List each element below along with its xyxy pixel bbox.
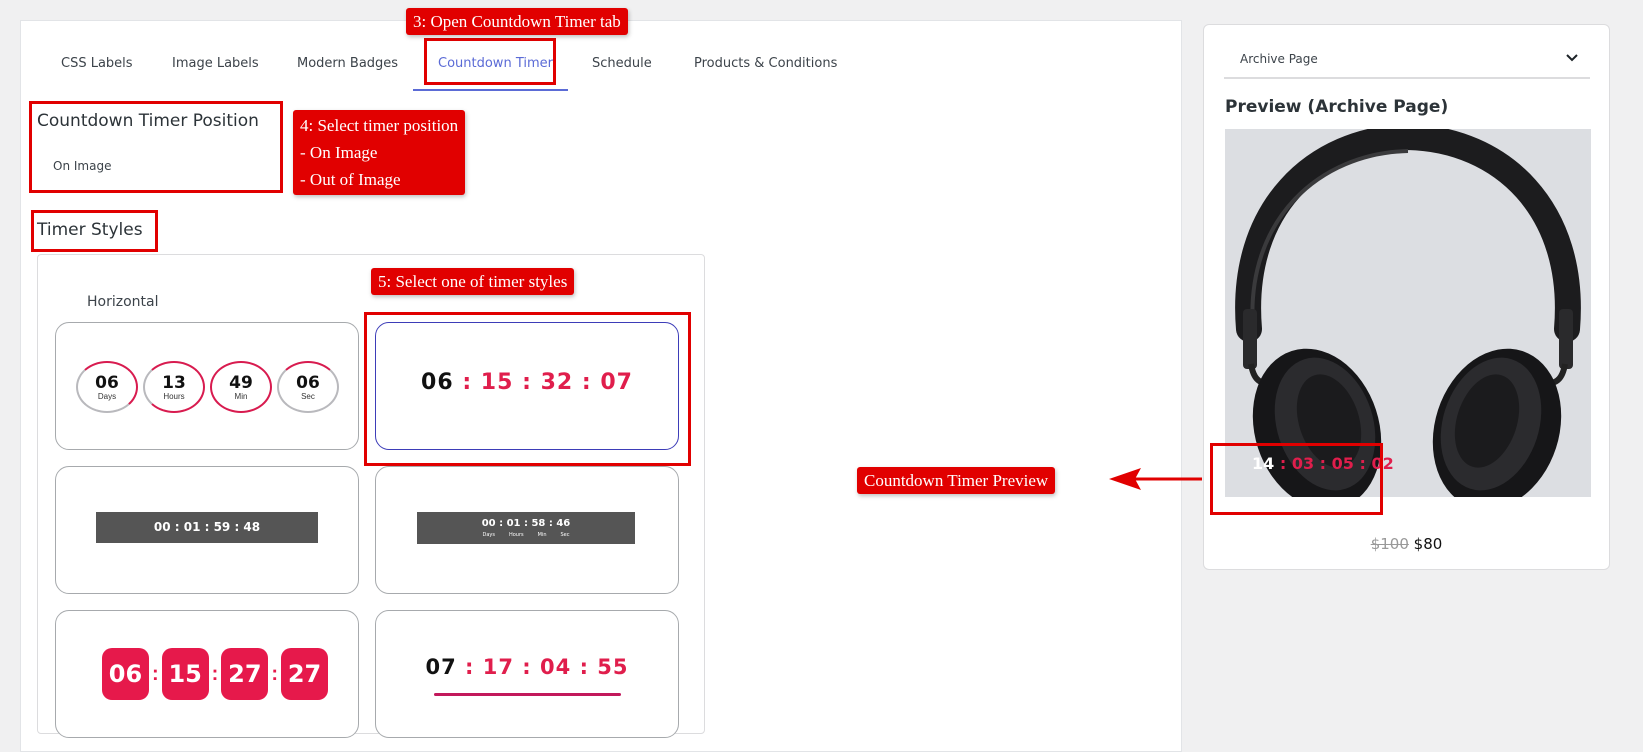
timer-style-bar-units[interactable]: 00 : 01 : 58 : 46 Days Hours Min Sec: [375, 466, 679, 594]
bar-timer: 00 : 01 : 59 : 48: [96, 512, 318, 543]
new-price: $80: [1413, 535, 1443, 553]
hours-value: 13: [162, 372, 186, 393]
block-days: 06: [102, 648, 149, 700]
min-value: 49: [229, 372, 253, 393]
tab-products-conditions[interactable]: Products & Conditions: [694, 56, 837, 71]
circle-timer: 06 Days 13 Hours 49 Min 06 Sec: [76, 361, 339, 413]
underline-min: 04: [540, 655, 572, 679]
block-sec: 27: [281, 648, 329, 700]
underline-sec: 55: [597, 655, 629, 679]
sec-circle: 06 Sec: [277, 361, 339, 413]
tab-modern-badges[interactable]: Modern Badges: [297, 56, 398, 71]
days-unit: Days: [97, 391, 117, 401]
block-sep: :: [271, 662, 279, 685]
preview-page-select-value: Archive Page: [1240, 52, 1318, 66]
headphones-image: [1235, 129, 1581, 497]
underline-sep: :: [522, 655, 532, 679]
annotation-step5: 5: Select one of timer styles: [371, 268, 575, 295]
min-unit: Min: [234, 391, 248, 401]
annotation-step4-line2: - On Image: [300, 143, 378, 162]
tab-css-labels[interactable]: CSS Labels: [61, 56, 133, 71]
annotation-step4-line1: 4: Select timer position: [300, 116, 459, 135]
tab-schedule[interactable]: Schedule: [592, 56, 652, 71]
block-sep: :: [211, 662, 219, 685]
block-min: 27: [221, 648, 269, 700]
days-value: 06: [95, 372, 119, 393]
annotation-box-styles: [31, 210, 158, 252]
sec-value: 06: [296, 372, 320, 393]
chevron-down-icon: [1564, 49, 1580, 70]
hours-circle: 13 Hours: [143, 361, 205, 413]
annotation-box-selected-style: [364, 312, 691, 466]
preview-title: Preview (Archive Page): [1225, 97, 1449, 117]
product-price: $100 $80: [1204, 535, 1609, 553]
annotation-box-tab: [424, 38, 556, 85]
annotation-step4: 4: Select timer position - On Image - Ou…: [293, 110, 466, 195]
annotation-step3: 3: Open Countdown Timer tab: [406, 8, 628, 35]
preview-page-select[interactable]: Archive Page: [1224, 43, 1590, 79]
underline-sep: :: [465, 655, 475, 679]
bar-units-timer: 00 : 01 : 58 : 46 Days Hours Min Sec: [417, 512, 635, 544]
block-timer: 06 : 15 : 27 : 27: [102, 648, 329, 700]
hours-unit: Hours: [163, 391, 185, 401]
old-price: $100: [1370, 535, 1409, 553]
annotation-box-preview-timer: [1210, 443, 1383, 515]
unit-min-label: Min: [537, 532, 547, 538]
annotation-preview-label: Countdown Timer Preview: [857, 467, 1056, 494]
min-circle: 49 Min: [210, 361, 272, 413]
unit-sec-label: Sec: [560, 532, 570, 538]
block-hours: 15: [161, 648, 209, 700]
product-image: 14 : 03 : 05 : 02: [1225, 129, 1591, 497]
bar-units-labels: Days Hours Min Sec: [417, 530, 635, 541]
underline-days: 07: [425, 655, 457, 679]
horizontal-group-label: Horizontal: [87, 294, 159, 310]
bar-units-digits: 00 : 01 : 58 : 46: [481, 518, 571, 529]
underline-sep: :: [579, 655, 589, 679]
timer-underline: [434, 693, 621, 696]
annotation-step4-line3: - Out of Image: [300, 170, 401, 189]
timer-style-circles[interactable]: 06 Days 13 Hours 49 Min 06 Sec: [55, 322, 359, 450]
timer-style-blocks[interactable]: 06 : 15 : 27 : 27: [55, 610, 359, 738]
unit-days-label: Days: [482, 532, 495, 538]
underline-timer: 07 : 17 : 04 : 55: [376, 655, 678, 679]
annotation-box-position: [29, 101, 283, 193]
active-tab-underline: [413, 89, 568, 91]
block-sep: :: [152, 662, 159, 685]
underline-hours: 17: [482, 655, 514, 679]
timer-style-bar[interactable]: 00 : 01 : 59 : 48: [55, 466, 359, 594]
days-circle: 06 Days: [76, 361, 138, 413]
sec-unit: Sec: [301, 391, 315, 401]
unit-hours-label: Hours: [508, 532, 524, 538]
annotation-arrow-icon: [1109, 468, 1202, 490]
timer-style-underline[interactable]: 07 : 17 : 04 : 55: [375, 610, 679, 738]
tab-image-labels[interactable]: Image Labels: [172, 56, 259, 71]
